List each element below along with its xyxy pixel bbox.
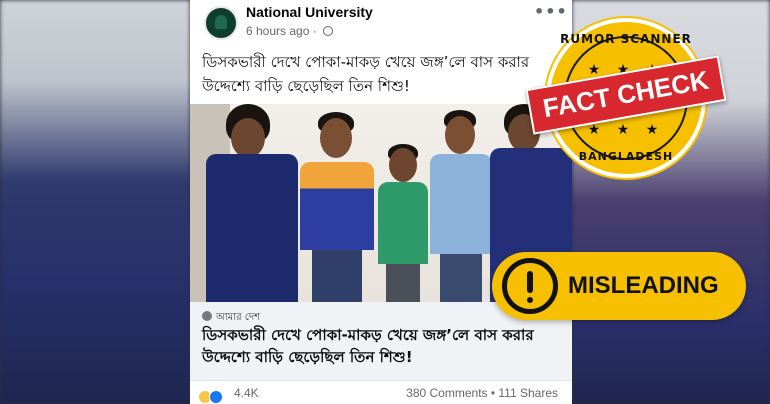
like-reaction-icon — [209, 389, 223, 404]
post-meta: 6 hours ago · — [246, 24, 334, 38]
post-caption: ডিসকভারী দেখে পোকা-মাকড় খেয়ে জঙ্গ’লে ব… — [202, 53, 530, 95]
page-name[interactable]: National University — [246, 4, 373, 20]
warning-icon — [502, 258, 558, 314]
badge-bottom-text: BANGLADESH — [578, 150, 674, 163]
more-options-icon[interactable]: ••• — [534, 2, 568, 21]
university-logo-icon — [215, 15, 227, 29]
post-header: National University 6 hours ago · ••• — [190, 0, 572, 44]
reaction-count[interactable]: 4.4K — [234, 386, 259, 400]
post-time[interactable]: 6 hours ago — [246, 24, 309, 38]
comments-shares-count[interactable]: 380 Comments • 111 Shares — [406, 386, 558, 400]
verdict-pill: MISLEADING — [492, 252, 746, 320]
page-avatar[interactable] — [204, 6, 238, 40]
verdict-label: MISLEADING — [568, 272, 719, 299]
globe-icon — [323, 26, 334, 36]
background-left-blur — [0, 0, 190, 404]
facebook-post-card: National University 6 hours ago · ••• ডি… — [190, 0, 572, 404]
source-icon — [202, 311, 212, 321]
link-title[interactable]: ডিসকভারী দেখে পোকা-মাকড় খেয়ে জঙ্গ’লে ব… — [202, 324, 558, 368]
post-footer: 4.4K 380 Comments • 111 Shares — [190, 380, 572, 404]
link-source: আমার দেশ — [216, 312, 261, 323]
badge-top-text: RUMOR SCANNER — [560, 32, 692, 46]
reaction-icons[interactable] — [198, 386, 223, 404]
